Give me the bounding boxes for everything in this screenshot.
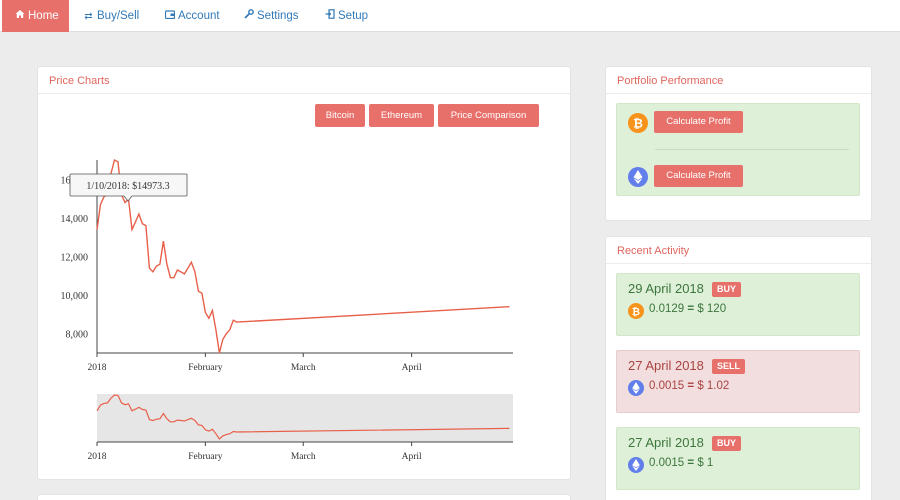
- x-tick-label: March: [291, 363, 316, 373]
- activity-amount: 0.0129: [649, 303, 685, 315]
- y-tick-label: 10,000: [61, 291, 89, 302]
- buy-badge: BUY: [712, 282, 742, 297]
- chart-tooltip: 1/10/2018: $14973.3: [69, 173, 188, 202]
- navigator-x-tick-label: February: [188, 452, 223, 462]
- recent-activity-title: Recent Activity: [617, 245, 690, 257]
- y-tick-label: 8,000: [66, 330, 89, 341]
- buy-badge: BUY: [712, 436, 742, 451]
- activity-item-sell[interactable]: 27 April 2018 SELL 0.0015 = $ 1.02: [616, 350, 860, 413]
- navigator-x-tick-label: 2018: [88, 452, 107, 462]
- activity-amount: 0.0015: [649, 457, 685, 469]
- activity-amount: 0.0015: [649, 380, 685, 392]
- x-tick-label: April: [402, 363, 422, 373]
- navigator-plot-area[interactable]: 2018 February March April: [88, 394, 514, 462]
- calculate-profit-ethereum-button[interactable]: Calculate Profit: [654, 165, 743, 187]
- portfolio-performance-title: Portfolio Performance: [617, 75, 724, 87]
- activity-value: $ 120: [697, 303, 727, 315]
- x-tick-label: February: [188, 363, 223, 373]
- svg-text:₿: ₿: [632, 306, 640, 318]
- activity-date: 27 April 2018: [628, 435, 704, 450]
- activity-amount-line: 0.0015 = $ 1: [649, 457, 713, 469]
- panel-divider: [606, 263, 871, 264]
- activity-value: $ 1.02: [697, 380, 730, 392]
- bitcoin-icon: ₿: [628, 113, 648, 133]
- activity-value: $ 1: [697, 457, 714, 469]
- ethereum-icon: [628, 380, 644, 396]
- sell-badge: SELL: [712, 359, 746, 374]
- x-tick-label: 2018: [88, 363, 107, 373]
- equals-sign: =: [687, 380, 695, 392]
- equals-sign: =: [687, 303, 695, 315]
- lower-panel: [37, 494, 571, 500]
- activity-amount-line: 0.0015 = $ 1.02: [649, 380, 729, 392]
- activity-amount-line: 0.0129 = $ 120: [649, 303, 726, 315]
- y-tick-label: 12,000: [61, 253, 89, 264]
- equals-sign: =: [687, 457, 695, 469]
- activity-item-buy[interactable]: 27 April 2018 BUY 0.0015 = $ 1: [616, 427, 860, 490]
- bitcoin-icon: ₿: [628, 303, 644, 319]
- navigator-x-tick-label: March: [291, 452, 316, 462]
- tooltip-text: 1/10/2018: $14973.3: [86, 181, 169, 192]
- y-tick-label: 14,000: [61, 214, 89, 225]
- ethereum-icon: [628, 457, 644, 473]
- activity-item-buy[interactable]: 29 April 2018 BUY ₿ 0.0129 = $ 120: [616, 273, 860, 336]
- svg-text:₿: ₿: [633, 117, 643, 131]
- calculate-profit-bitcoin-button[interactable]: Calculate Profit: [654, 111, 743, 133]
- navigator-x-tick-label: April: [402, 452, 422, 462]
- activity-date: 29 April 2018: [628, 281, 704, 296]
- panel-divider: [606, 93, 871, 94]
- navigator-range-selector: [97, 394, 513, 442]
- portfolio-divider: [655, 149, 849, 150]
- activity-date: 27 April 2018: [628, 358, 704, 373]
- ethereum-icon: [628, 167, 648, 187]
